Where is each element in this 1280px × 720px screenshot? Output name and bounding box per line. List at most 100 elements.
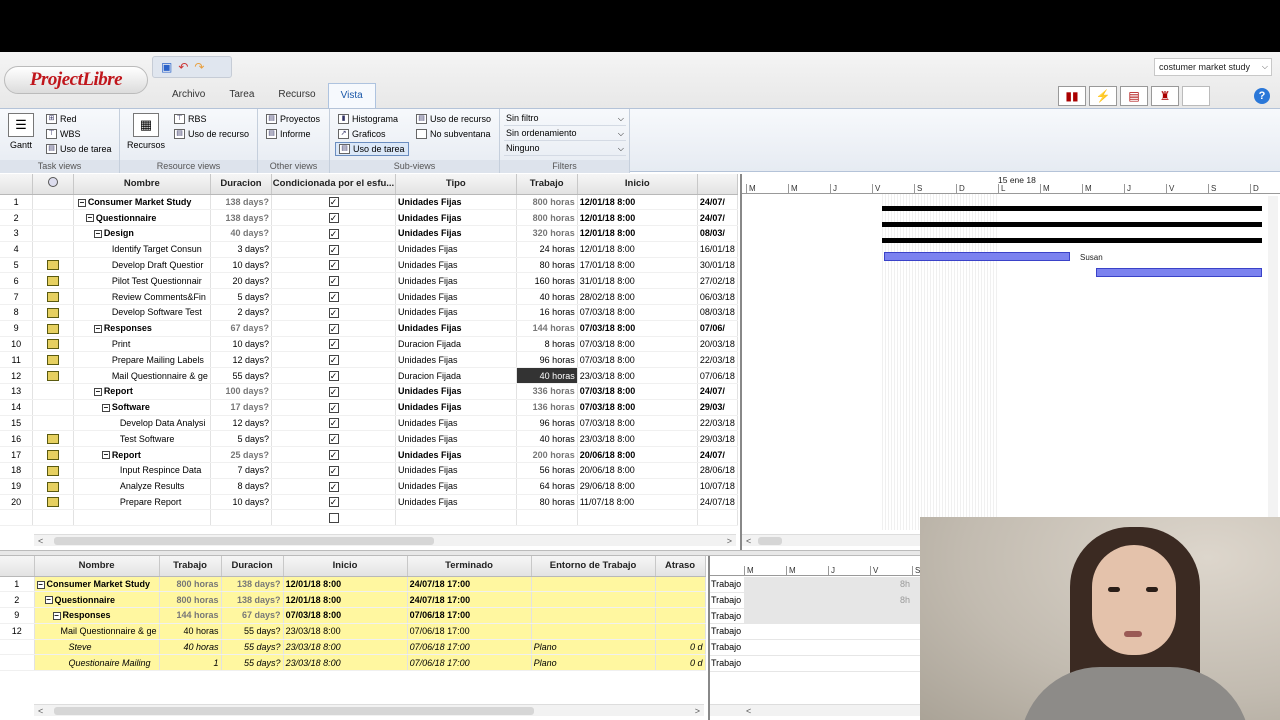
finish-cell[interactable]: 10/07/18 [697,478,739,495]
col-duracion[interactable]: Duracion [221,556,284,577]
usage-duration-cell[interactable]: 55 days? [221,654,284,672]
duration-cell[interactable]: 2 days? [210,304,273,321]
usage-name-cell[interactable]: − Questionnaire [34,591,160,609]
task-bar-develop-draft[interactable] [1096,268,1262,277]
task-name-cell[interactable]: Review Comments&Fin [73,288,211,306]
start-cell[interactable]: 28/02/18 8:00 [577,288,698,306]
usage-start-cell[interactable]: 07/03/18 8:00 [283,607,408,624]
task-row[interactable]: 16 Test Software 5 days? ✓ Unidades Fijas 40 … [0,430,739,448]
scroll-thumb[interactable] [54,707,534,715]
duration-cell[interactable]: 12 days? [210,415,273,432]
usage-delay-cell[interactable] [655,607,706,624]
type-cell[interactable]: Unidades Fijas [395,304,517,321]
effort-driven-cell[interactable]: ✓ [271,225,396,242]
start-cell[interactable]: 12/01/18 8:00 [577,209,698,227]
type-cell[interactable]: Duracion Fijada [395,336,517,353]
resource-usage-button[interactable]: ▤ Uso de recurso [174,127,249,141]
resource-chart-icon[interactable]: ⚡ [1089,86,1117,106]
notes-indicator-icon[interactable] [47,449,60,460]
task-name-cell[interactable]: Input Respince Data [73,462,211,479]
start-cell[interactable]: 11/07/18 8:00 [577,494,698,511]
col-entorno[interactable]: Entorno de Trabajo [531,556,656,577]
effort-driven-cell[interactable]: ✓ [271,241,396,258]
report-icon[interactable]: ▤ [1120,86,1148,106]
work-cell[interactable]: 96 horas [516,415,578,432]
effort-driven-cell[interactable]: ✓ [271,478,396,495]
start-cell[interactable]: 07/03/18 8:00 [577,320,698,337]
project-select[interactable]: costumer market study ⌵ [1154,58,1272,76]
usage-timeline-scrollbar[interactable]: < [710,704,922,716]
usage-duration-cell[interactable]: 67 days? [221,607,284,624]
usage-work-cell[interactable]: 800 horas [159,591,222,609]
col-terminado[interactable]: Terminado [407,556,532,577]
usage-name-cell[interactable]: Mail Questionnaire & ge [34,623,160,640]
effort-driven-cell[interactable]: ✓ [271,383,396,400]
summary-bar-design[interactable] [882,238,1262,243]
col-fin[interactable] [697,174,739,195]
checkbox-checked[interactable]: ✓ [328,418,339,429]
notes-indicator-icon[interactable] [47,339,60,350]
checkbox-checked[interactable]: ✓ [328,355,339,366]
task-row[interactable]: 4 Identify Target Consun 3 days? ✓ Unidades … [0,241,739,258]
finish-cell[interactable]: 27/02/18 [697,272,739,290]
effort-driven-cell[interactable]: ✓ [271,194,396,211]
finish-cell[interactable]: 06/03/18 [697,288,739,306]
checkbox-checked[interactable]: ✓ [328,291,339,302]
finish-cell[interactable]: 24/07/18 [697,494,739,511]
work-cell[interactable]: 40 horas [516,430,578,448]
task-bar-identify-target[interactable] [884,252,1070,261]
assignment-row[interactable]: Steve 40 horas 55 days? 23/03/18 8:00 07/06/… [0,639,706,656]
usage-start-cell[interactable]: 23/03/18 8:00 [283,623,408,640]
notes-indicator-icon[interactable] [47,355,60,366]
assignment-row[interactable]: Questionaire Mailing 1 55 days? 23/03/18 8:… [0,654,706,672]
notes-indicator-icon[interactable] [47,497,60,508]
usage-duration-cell[interactable]: 138 days? [221,591,284,609]
duration-cell[interactable]: 7 days? [210,462,273,479]
start-cell[interactable]: 12/01/18 8:00 [577,241,698,258]
checkbox-checked[interactable]: ✓ [328,260,339,271]
task-usage-button[interactable]: ▤ Uso de tarea [46,142,112,156]
usage-contour-cell[interactable] [531,591,656,609]
checkbox-checked[interactable]: ✓ [328,370,339,381]
usage-task-row[interactable]: 2− Questionnaire 800 horas 138 days? 12/01/1… [0,591,706,609]
task-row[interactable]: 18 Input Respince Data 7 days? ✓ Unidades Fi… [0,462,739,479]
task-row[interactable]: 6 Pilot Test Questionnair 20 days? ✓ Unidade… [0,272,739,290]
task-name-cell[interactable]: − Questionnaire [73,209,211,227]
effort-driven-cell[interactable]: ✓ [271,367,396,385]
tab-tarea[interactable]: Tarea [217,83,266,108]
usage-delay-cell[interactable]: 0 d [655,654,706,672]
collapse-icon[interactable]: − [52,612,61,621]
usage-start-cell[interactable]: 12/01/18 8:00 [283,591,408,609]
col-trabajo[interactable]: Trabajo [516,174,578,195]
histogram-button[interactable]: ▮ Histograma [338,112,398,126]
work-cell[interactable]: 144 horas [516,320,578,337]
checkbox-checked[interactable]: ✓ [328,228,339,239]
checkbox-checked[interactable]: ✓ [328,449,339,460]
task-name-cell[interactable]: Analyze Results [73,478,211,495]
type-cell[interactable]: Unidades Fijas [395,430,517,448]
usage-finish-cell[interactable]: 07/06/18 17:00 [407,639,532,656]
task-row[interactable]: 1− Consumer Market Study 138 days? ✓ Unidade… [0,194,739,211]
start-cell[interactable]: 07/03/18 8:00 [577,399,698,416]
work-cell[interactable]: 336 horas [516,383,578,400]
no-subwindow-button[interactable]: No subventana [416,127,491,141]
type-cell[interactable]: Unidades Fijas [395,194,517,211]
start-cell[interactable]: 07/03/18 8:00 [577,304,698,321]
start-cell[interactable]: 07/03/18 8:00 [577,415,698,432]
usage-contour-cell[interactable] [531,576,656,593]
col-nombre[interactable]: Nombre [73,174,211,195]
usage-start-cell[interactable]: 23/03/18 8:00 [283,654,408,672]
finish-cell[interactable]: 16/01/18 [697,241,739,258]
col-condicionada[interactable]: Condicionada por el esfu... [271,174,396,195]
usage-work-cell[interactable]: 800 horas [159,576,222,593]
finish-cell[interactable]: 07/06/18 [697,367,739,385]
work-cell[interactable]: 16 horas [516,304,578,321]
type-cell[interactable]: Unidades Fijas [395,241,517,258]
work-cell[interactable]: 96 horas [516,351,578,369]
usage-task-row[interactable]: 1− Consumer Market Study 800 horas 138 days… [0,576,706,593]
start-cell[interactable]: 07/03/18 8:00 [577,336,698,353]
effort-driven-cell[interactable]: ✓ [271,446,396,464]
task-row[interactable]: 9− Responses 67 days? ✓ Unidades Fijas 144 ho… [0,320,739,337]
duration-cell[interactable]: 55 days? [210,367,273,385]
work-cell[interactable]: 200 horas [516,446,578,464]
